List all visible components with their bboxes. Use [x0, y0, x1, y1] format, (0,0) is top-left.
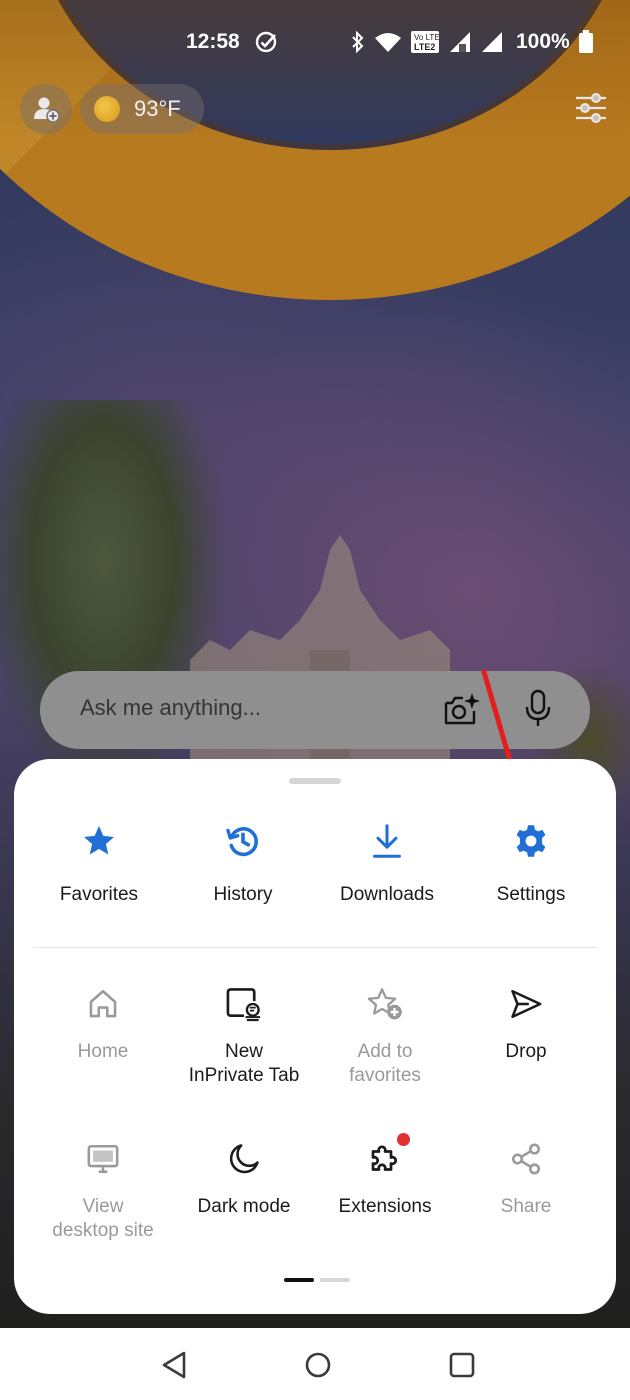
visual-search-icon[interactable] [442, 691, 482, 729]
menu-item-settings[interactable]: Settings [456, 821, 606, 907]
menu-divider [33, 947, 597, 948]
menu-label: Drop [505, 1041, 547, 1062]
volte-lte2-icon: Vo LTE LTE2 [411, 31, 440, 53]
battery-percent: 100% [516, 30, 570, 53]
menu-label: Extensions [338, 1196, 432, 1217]
sun-icon [94, 96, 120, 122]
menu-item-share[interactable]: Share [451, 1139, 601, 1219]
profile-button[interactable] [20, 84, 72, 134]
notification-dot [397, 1133, 410, 1146]
weather-chip[interactable]: 93°F [80, 84, 204, 134]
menu-label: Favorites [59, 884, 139, 905]
menu-label: Home [77, 1041, 129, 1062]
battery-icon [578, 30, 593, 53]
svg-text:LTE2: LTE2 [414, 42, 435, 52]
navigation-bar [0, 1328, 630, 1400]
page-dot [320, 1278, 350, 1282]
menu-label: New InPrivate Tab [188, 1041, 300, 1086]
send-icon [511, 989, 542, 1019]
status-bar: 12:58 Vo LTE LTE2 100% [0, 24, 630, 64]
desktop-icon [87, 1144, 119, 1174]
moon-icon [229, 1144, 259, 1174]
history-icon [226, 827, 258, 857]
add-profile-icon [34, 97, 60, 123]
gear-icon [516, 825, 546, 857]
puzzle-icon [371, 1145, 397, 1171]
menu-label: Downloads [340, 884, 434, 905]
status-icons: Vo LTE LTE2 100% [350, 30, 594, 54]
share-icon [511, 1143, 541, 1175]
signal-icon [482, 32, 502, 52]
sheet-drag-handle[interactable] [289, 778, 341, 784]
inprivate-tab-icon [226, 988, 261, 1022]
bluetooth-icon [352, 31, 364, 53]
menu-label: History [213, 884, 273, 905]
menu-item-new-inprivate-tab[interactable]: New InPrivate Tab [169, 984, 319, 1088]
menu-item-dark-mode[interactable]: Dark mode [169, 1139, 319, 1219]
home-circle-icon[interactable] [304, 1350, 332, 1380]
svg-text:Vo LTE: Vo LTE [414, 33, 440, 42]
menu-item-drop[interactable]: Drop [451, 984, 601, 1064]
status-time: 12:58 [186, 30, 240, 53]
menu-label: View desktop site [52, 1196, 154, 1241]
recents-icon[interactable] [448, 1350, 476, 1380]
page-dot-active [284, 1278, 314, 1282]
star-add-icon [367, 988, 402, 1020]
menu-item-add-to-favorites[interactable]: Add to favorites [310, 984, 460, 1088]
menu-sheet: Favorites History Downloads Settings Hom… [14, 759, 616, 1314]
menu-label: Dark mode [197, 1196, 291, 1217]
menu-item-extensions[interactable]: Extensions [310, 1133, 460, 1219]
wifi-icon [375, 33, 401, 52]
menu-item-history[interactable]: History [168, 821, 318, 907]
menu-item-view-desktop-site[interactable]: View desktop site [28, 1139, 178, 1243]
menu-item-favorites[interactable]: Favorites [24, 821, 174, 907]
home-icon [89, 989, 117, 1018]
download-icon [373, 824, 401, 858]
page-indicator [284, 1278, 350, 1282]
screen: 12:58 Vo LTE LTE2 100% 93°F Ask me anyth… [0, 0, 630, 1400]
signal-icon [450, 32, 470, 52]
menu-item-home[interactable]: Home [28, 984, 178, 1064]
menu-label: Add to favorites [349, 1041, 421, 1086]
star-icon [84, 826, 114, 855]
check-circle-icon [255, 31, 277, 53]
weather-temperature: 93°F [134, 96, 181, 121]
menu-label: Share [500, 1196, 552, 1217]
back-icon[interactable] [160, 1350, 188, 1380]
menu-item-downloads[interactable]: Downloads [312, 821, 462, 907]
menu-label: Settings [496, 884, 566, 905]
search-input[interactable] [80, 695, 440, 721]
sliders-icon[interactable] [574, 92, 608, 124]
